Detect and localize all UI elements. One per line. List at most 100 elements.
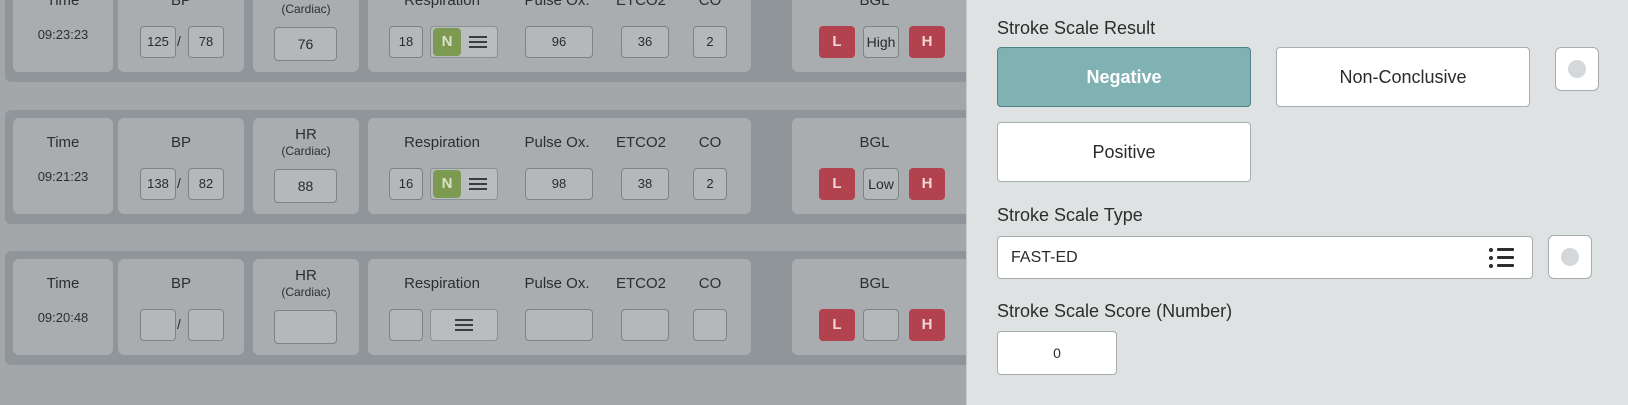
time-label: Time xyxy=(46,275,80,292)
negative-button[interactable]: Negative xyxy=(997,47,1251,107)
hr-card: HR (Cardiac) xyxy=(253,259,359,355)
respiration-card: Respiration Pulse Ox. ETCO2 CO xyxy=(368,259,751,355)
hr-sublabel: (Cardiac) xyxy=(281,285,331,299)
bgl-value[interactable]: Low xyxy=(863,168,899,200)
time-value: 09:20:48 xyxy=(37,310,89,325)
bgl-card: BGL L High H xyxy=(792,0,966,72)
time-card: Time 09:21:23 xyxy=(13,118,113,214)
vital-row: Time 09:20:48 BP / HR (Cardiac) Respiration Pul… xyxy=(5,251,966,365)
bgl-card: BGL L H xyxy=(792,259,966,355)
respiration-label: Respiration xyxy=(404,134,480,151)
bgl-label: BGL xyxy=(859,0,890,9)
hr-sublabel: (Cardiac) xyxy=(281,2,331,16)
bp-diastolic-input[interactable]: 82 xyxy=(188,168,224,200)
bgl-label: BGL xyxy=(859,134,890,151)
bgl-high-button[interactable]: H xyxy=(909,26,945,58)
co-label: CO xyxy=(698,275,722,292)
hr-label: HR xyxy=(253,0,359,1)
hr-card: HR(Cardiac) 76 xyxy=(253,0,359,72)
co-label: CO xyxy=(698,134,722,151)
etco2-label: ETCO2 xyxy=(615,275,666,292)
bp-systolic-input[interactable]: 138 xyxy=(140,168,176,200)
bp-separator: / xyxy=(177,316,181,332)
stroke-type-status-button[interactable] xyxy=(1548,235,1592,279)
respiration-label: Respiration xyxy=(404,275,480,292)
pulse-ox-label: Pulse Ox. xyxy=(524,275,590,292)
hr-input[interactable] xyxy=(274,310,337,344)
stroke-result-label: Stroke Scale Result xyxy=(997,18,1156,38)
respiration-menu[interactable]: N xyxy=(430,26,498,58)
time-label: Time xyxy=(46,0,80,9)
non-conclusive-button[interactable]: Non-Conclusive xyxy=(1276,47,1530,107)
respiration-card: Respiration 18 N Pulse Ox. 96 ETCO2 36 CO 2 xyxy=(368,0,751,72)
stroke-result-status-button[interactable] xyxy=(1555,47,1599,91)
respiration-card: Respiration 16 N Pulse Ox. 98 ETCO2 38 CO 2 xyxy=(368,118,751,214)
bp-label: BP xyxy=(170,134,191,151)
vital-row: Time 09:21:23 BP 138/ 82 HR (Cardiac) 88 Respira… xyxy=(5,110,966,224)
menu-icon[interactable] xyxy=(455,319,473,331)
hr-label: HR xyxy=(295,267,317,284)
respiration-menu[interactable]: N xyxy=(430,168,498,200)
bp-systolic-input[interactable] xyxy=(140,309,176,341)
co-label: CO xyxy=(698,0,722,9)
co-input[interactable]: 2 xyxy=(693,26,727,58)
respiration-input[interactable]: 18 xyxy=(389,26,423,58)
menu-icon[interactable] xyxy=(469,178,487,190)
etco2-input[interactable] xyxy=(621,309,669,341)
hr-input[interactable]: 88 xyxy=(274,169,337,203)
stroke-score-label: Stroke Scale Score (Number) xyxy=(997,301,1233,321)
bp-separator: / xyxy=(177,175,181,191)
etco2-label: ETCO2 xyxy=(615,0,666,9)
time-value: 09:21:23 xyxy=(37,169,89,184)
positive-button[interactable]: Positive xyxy=(997,122,1251,182)
time-value: 09:23:23 xyxy=(37,27,89,42)
co-input[interactable]: 2 xyxy=(693,168,727,200)
pulse-ox-input[interactable] xyxy=(525,309,593,341)
bgl-label: BGL xyxy=(859,275,890,292)
stroke-scale-panel: Stroke Scale Result Negative Non-Conclus… xyxy=(966,0,1628,405)
normal-badge[interactable]: N xyxy=(433,170,461,198)
pulse-ox-label: Pulse Ox. xyxy=(524,134,590,151)
respiration-label: Respiration xyxy=(404,0,480,9)
bgl-low-button[interactable]: L xyxy=(819,26,855,58)
hr-sublabel: (Cardiac) xyxy=(281,144,331,158)
time-label: Time xyxy=(46,134,80,151)
bgl-high-button[interactable]: H xyxy=(909,309,945,341)
hr-input[interactable]: 76 xyxy=(274,27,337,61)
stroke-score-input[interactable]: 0 xyxy=(997,331,1117,375)
bp-card: BP 138/ 82 xyxy=(118,118,244,214)
etco2-label: ETCO2 xyxy=(615,134,666,151)
bgl-low-button[interactable]: L xyxy=(819,309,855,341)
hr-card: HR (Cardiac) 88 xyxy=(253,118,359,214)
stroke-type-label: Stroke Scale Type xyxy=(997,205,1143,225)
time-card: Time 09:20:48 xyxy=(13,259,113,355)
bp-diastolic-input[interactable]: 78 xyxy=(188,26,224,58)
pulse-ox-input[interactable]: 96 xyxy=(525,26,593,58)
bp-systolic-input[interactable]: 125 xyxy=(140,26,176,58)
respiration-input[interactable] xyxy=(389,309,423,341)
bp-separator: / xyxy=(177,33,181,49)
etco2-input[interactable]: 36 xyxy=(621,26,669,58)
vital-row: Time 09:23:23 BP 125/ 78 HR(Cardiac) 76 Respira… xyxy=(5,0,966,82)
bp-card: BP / xyxy=(118,259,244,355)
etco2-input[interactable]: 38 xyxy=(621,168,669,200)
bp-label: BP xyxy=(170,0,191,9)
normal-badge[interactable]: N xyxy=(433,28,461,56)
bgl-high-button[interactable]: H xyxy=(909,168,945,200)
bp-card: BP 125/ 78 xyxy=(118,0,244,72)
respiration-menu[interactable] xyxy=(430,309,498,341)
stroke-type-select[interactable]: FAST-ED xyxy=(997,236,1533,279)
pulse-ox-input[interactable]: 98 xyxy=(525,168,593,200)
hr-label: HR xyxy=(295,126,317,143)
bgl-value[interactable] xyxy=(863,309,899,341)
time-card: Time 09:23:23 xyxy=(13,0,113,72)
co-input[interactable] xyxy=(693,309,727,341)
menu-icon[interactable] xyxy=(469,36,487,48)
bp-label: BP xyxy=(170,275,191,292)
bp-diastolic-input[interactable] xyxy=(188,309,224,341)
list-icon[interactable] xyxy=(1489,248,1514,268)
bgl-low-button[interactable]: L xyxy=(819,168,855,200)
bgl-value[interactable]: High xyxy=(863,26,899,58)
bgl-card: BGL L Low H xyxy=(792,118,966,214)
respiration-input[interactable]: 16 xyxy=(389,168,423,200)
